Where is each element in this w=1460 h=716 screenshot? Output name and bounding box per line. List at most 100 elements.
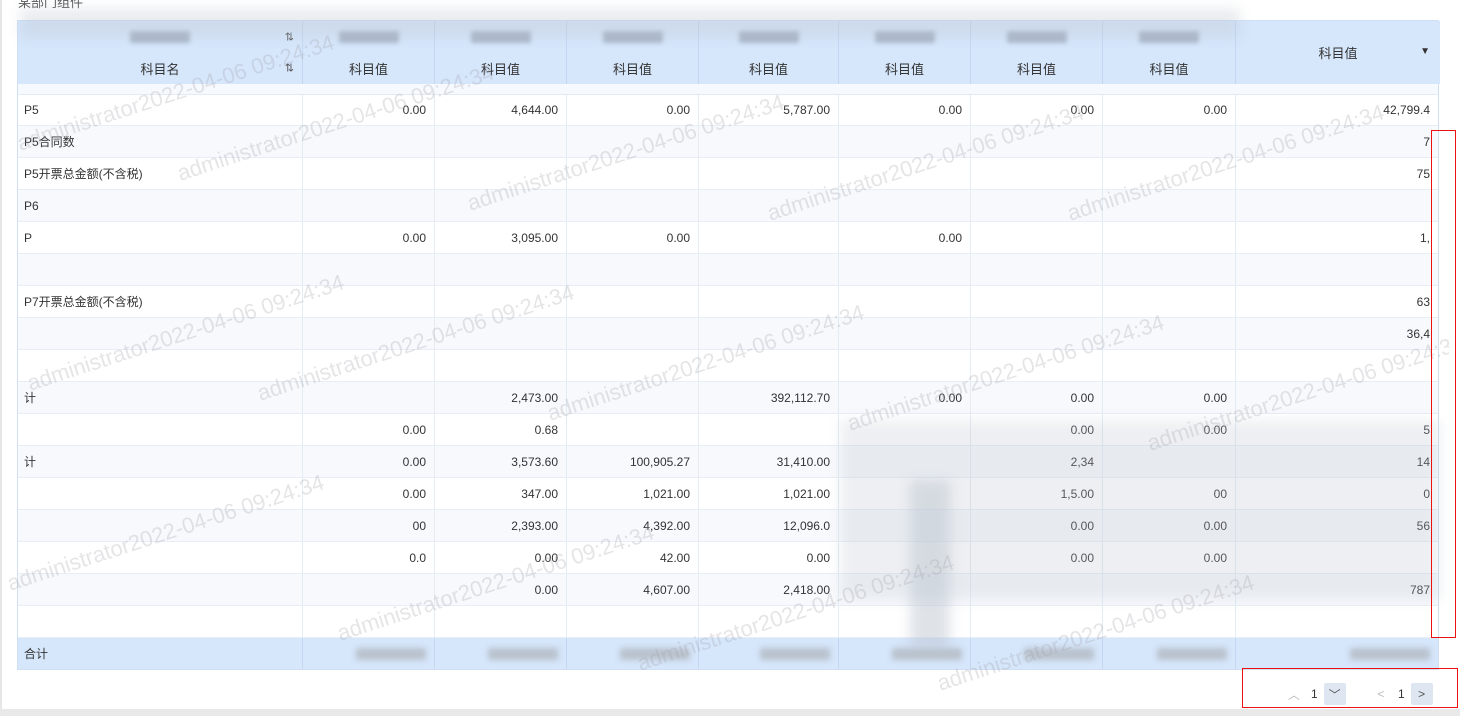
table-row[interactable] [18, 606, 1438, 638]
table-row[interactable]: P5合同数 7 [18, 126, 1438, 158]
row-value-cell: 0.00 [839, 94, 971, 125]
table-row[interactable]: P6 [18, 190, 1438, 222]
row-value-cell: 4,644.00 [435, 94, 567, 125]
header-subject-value[interactable]: 科目值 [971, 52, 1103, 84]
row-subject-name [18, 414, 303, 445]
frame-left-border [0, 0, 2, 716]
row-value-cell: 2,418.00 [699, 574, 839, 605]
row-subject-name: P [18, 222, 303, 253]
row-subject-name [18, 350, 303, 381]
row-value-cell [1103, 126, 1236, 157]
dropdown-triangle-icon[interactable]: ▼ [1420, 46, 1430, 57]
row-subject-name [18, 318, 303, 349]
sort-icon[interactable]: ⇅ [285, 62, 294, 75]
row-value-cell: 0.00 [303, 446, 435, 477]
row-value-cell: 0.00 [971, 382, 1103, 413]
row-value-cell [1236, 350, 1438, 381]
row-value-cell: 347.00 [435, 478, 567, 509]
row-value-cell [435, 286, 567, 317]
row-value-cell [303, 606, 435, 637]
row-subject-name: P5合同数 [18, 126, 303, 157]
row-value-cell [971, 158, 1103, 189]
row-value-cell: 0.00 [303, 94, 435, 125]
row-value-cell: 2,473.00 [435, 382, 567, 413]
row-value-cell [699, 318, 839, 349]
header-subject-value[interactable]: 科目值 [699, 52, 839, 84]
row-subject-name: P5开票总金额(不含税) [18, 158, 303, 189]
table-row[interactable] [18, 254, 1438, 286]
row-value-cell: 00 [303, 510, 435, 541]
row-value-cell [971, 606, 1103, 637]
row-value-cell: 1,021.00 [699, 478, 839, 509]
row-value-cell [971, 318, 1103, 349]
table-row[interactable]: 36,4 [18, 318, 1438, 350]
row-value-cell [567, 606, 699, 637]
table-row[interactable]: P5 0.00 4,644.00 0.00 5,787.00 0.00 0.00 0.00 42… [18, 94, 1438, 126]
header-subject-value[interactable]: 科目值 [1103, 52, 1236, 84]
row-value-cell: 0.00 [303, 222, 435, 253]
row-value-cell [435, 158, 567, 189]
row-value-cell [303, 190, 435, 221]
table-row[interactable]: P7开票总金额(不含税) 63 [18, 286, 1438, 318]
row-subject-name [18, 478, 303, 509]
row-value-cell [1236, 254, 1438, 285]
vertical-scrollbar-highlight[interactable] [1431, 130, 1456, 638]
row-value-cell: 5,787.00 [699, 94, 839, 125]
row-value-cell [567, 318, 699, 349]
row-value-cell [567, 286, 699, 317]
row-value-cell [699, 254, 839, 285]
row-value-cell [303, 286, 435, 317]
row-value-cell: 4,607.00 [567, 574, 699, 605]
row-value-cell [839, 190, 971, 221]
row-value-cell [1236, 382, 1438, 413]
row-value-cell [699, 606, 839, 637]
row-value-cell [567, 414, 699, 445]
row-value-cell [699, 190, 839, 221]
row-value-cell [567, 382, 699, 413]
row-value-cell: 36,4 [1406, 326, 1430, 341]
header-subject-value[interactable]: 科目值 [839, 52, 971, 84]
row-value-cell [699, 350, 839, 381]
row-value-cell: 12,096.0 [699, 510, 839, 541]
redaction-strip [20, 8, 1240, 38]
row-value-cell [971, 350, 1103, 381]
row-value-cell [1103, 318, 1236, 349]
row-value-cell [303, 350, 435, 381]
row-value-cell: 42,799.4 [1383, 102, 1430, 117]
header-subject-value[interactable]: 科目值 [435, 52, 567, 84]
row-value-cell [1103, 606, 1236, 637]
row-value-cell [971, 222, 1103, 253]
row-value-cell [1103, 158, 1236, 189]
row-value-cell: 0.00 [435, 542, 567, 573]
row-value-cell [303, 574, 435, 605]
row-value-cell [971, 190, 1103, 221]
row-value-cell [839, 158, 971, 189]
row-subject-name [18, 254, 303, 285]
total-label: 合计 [18, 638, 303, 669]
row-value-cell [971, 254, 1103, 285]
row-value-cell [1103, 350, 1236, 381]
total-cell [1236, 638, 1438, 669]
table-row[interactable] [18, 350, 1438, 382]
row-subject-name [18, 574, 303, 605]
row-value-cell [567, 350, 699, 381]
header-subject-value[interactable]: 科目值 [567, 52, 699, 84]
table-row[interactable]: P5开票总金额(不含税) 75 [18, 158, 1438, 190]
row-subject-name: P7开票总金额(不含税) [18, 286, 303, 317]
row-value-cell [1236, 190, 1438, 221]
row-value-cell [699, 126, 839, 157]
row-subject-name: 计 [18, 382, 303, 413]
row-value-cell: 1,021.00 [567, 478, 699, 509]
header-subject-name[interactable]: 科目名 ⇅ [18, 52, 303, 84]
table-row[interactable]: P 0.00 3,095.00 0.00 0.00 1, [18, 222, 1438, 254]
row-value-cell [971, 286, 1103, 317]
table-row[interactable]: 计 2,473.00 392,112.70 0.00 0.00 0.00 [18, 382, 1438, 414]
row-value-cell [1103, 286, 1236, 317]
header-total-value[interactable]: 科目值 ▼ [1236, 21, 1440, 84]
row-value-cell [303, 318, 435, 349]
header-subject-value[interactable]: 科目值 [303, 52, 435, 84]
row-value-cell [971, 126, 1103, 157]
row-value-cell: 0.0 [303, 542, 435, 573]
row-value-cell: 0.00 [1103, 382, 1236, 413]
row-value-cell [303, 254, 435, 285]
